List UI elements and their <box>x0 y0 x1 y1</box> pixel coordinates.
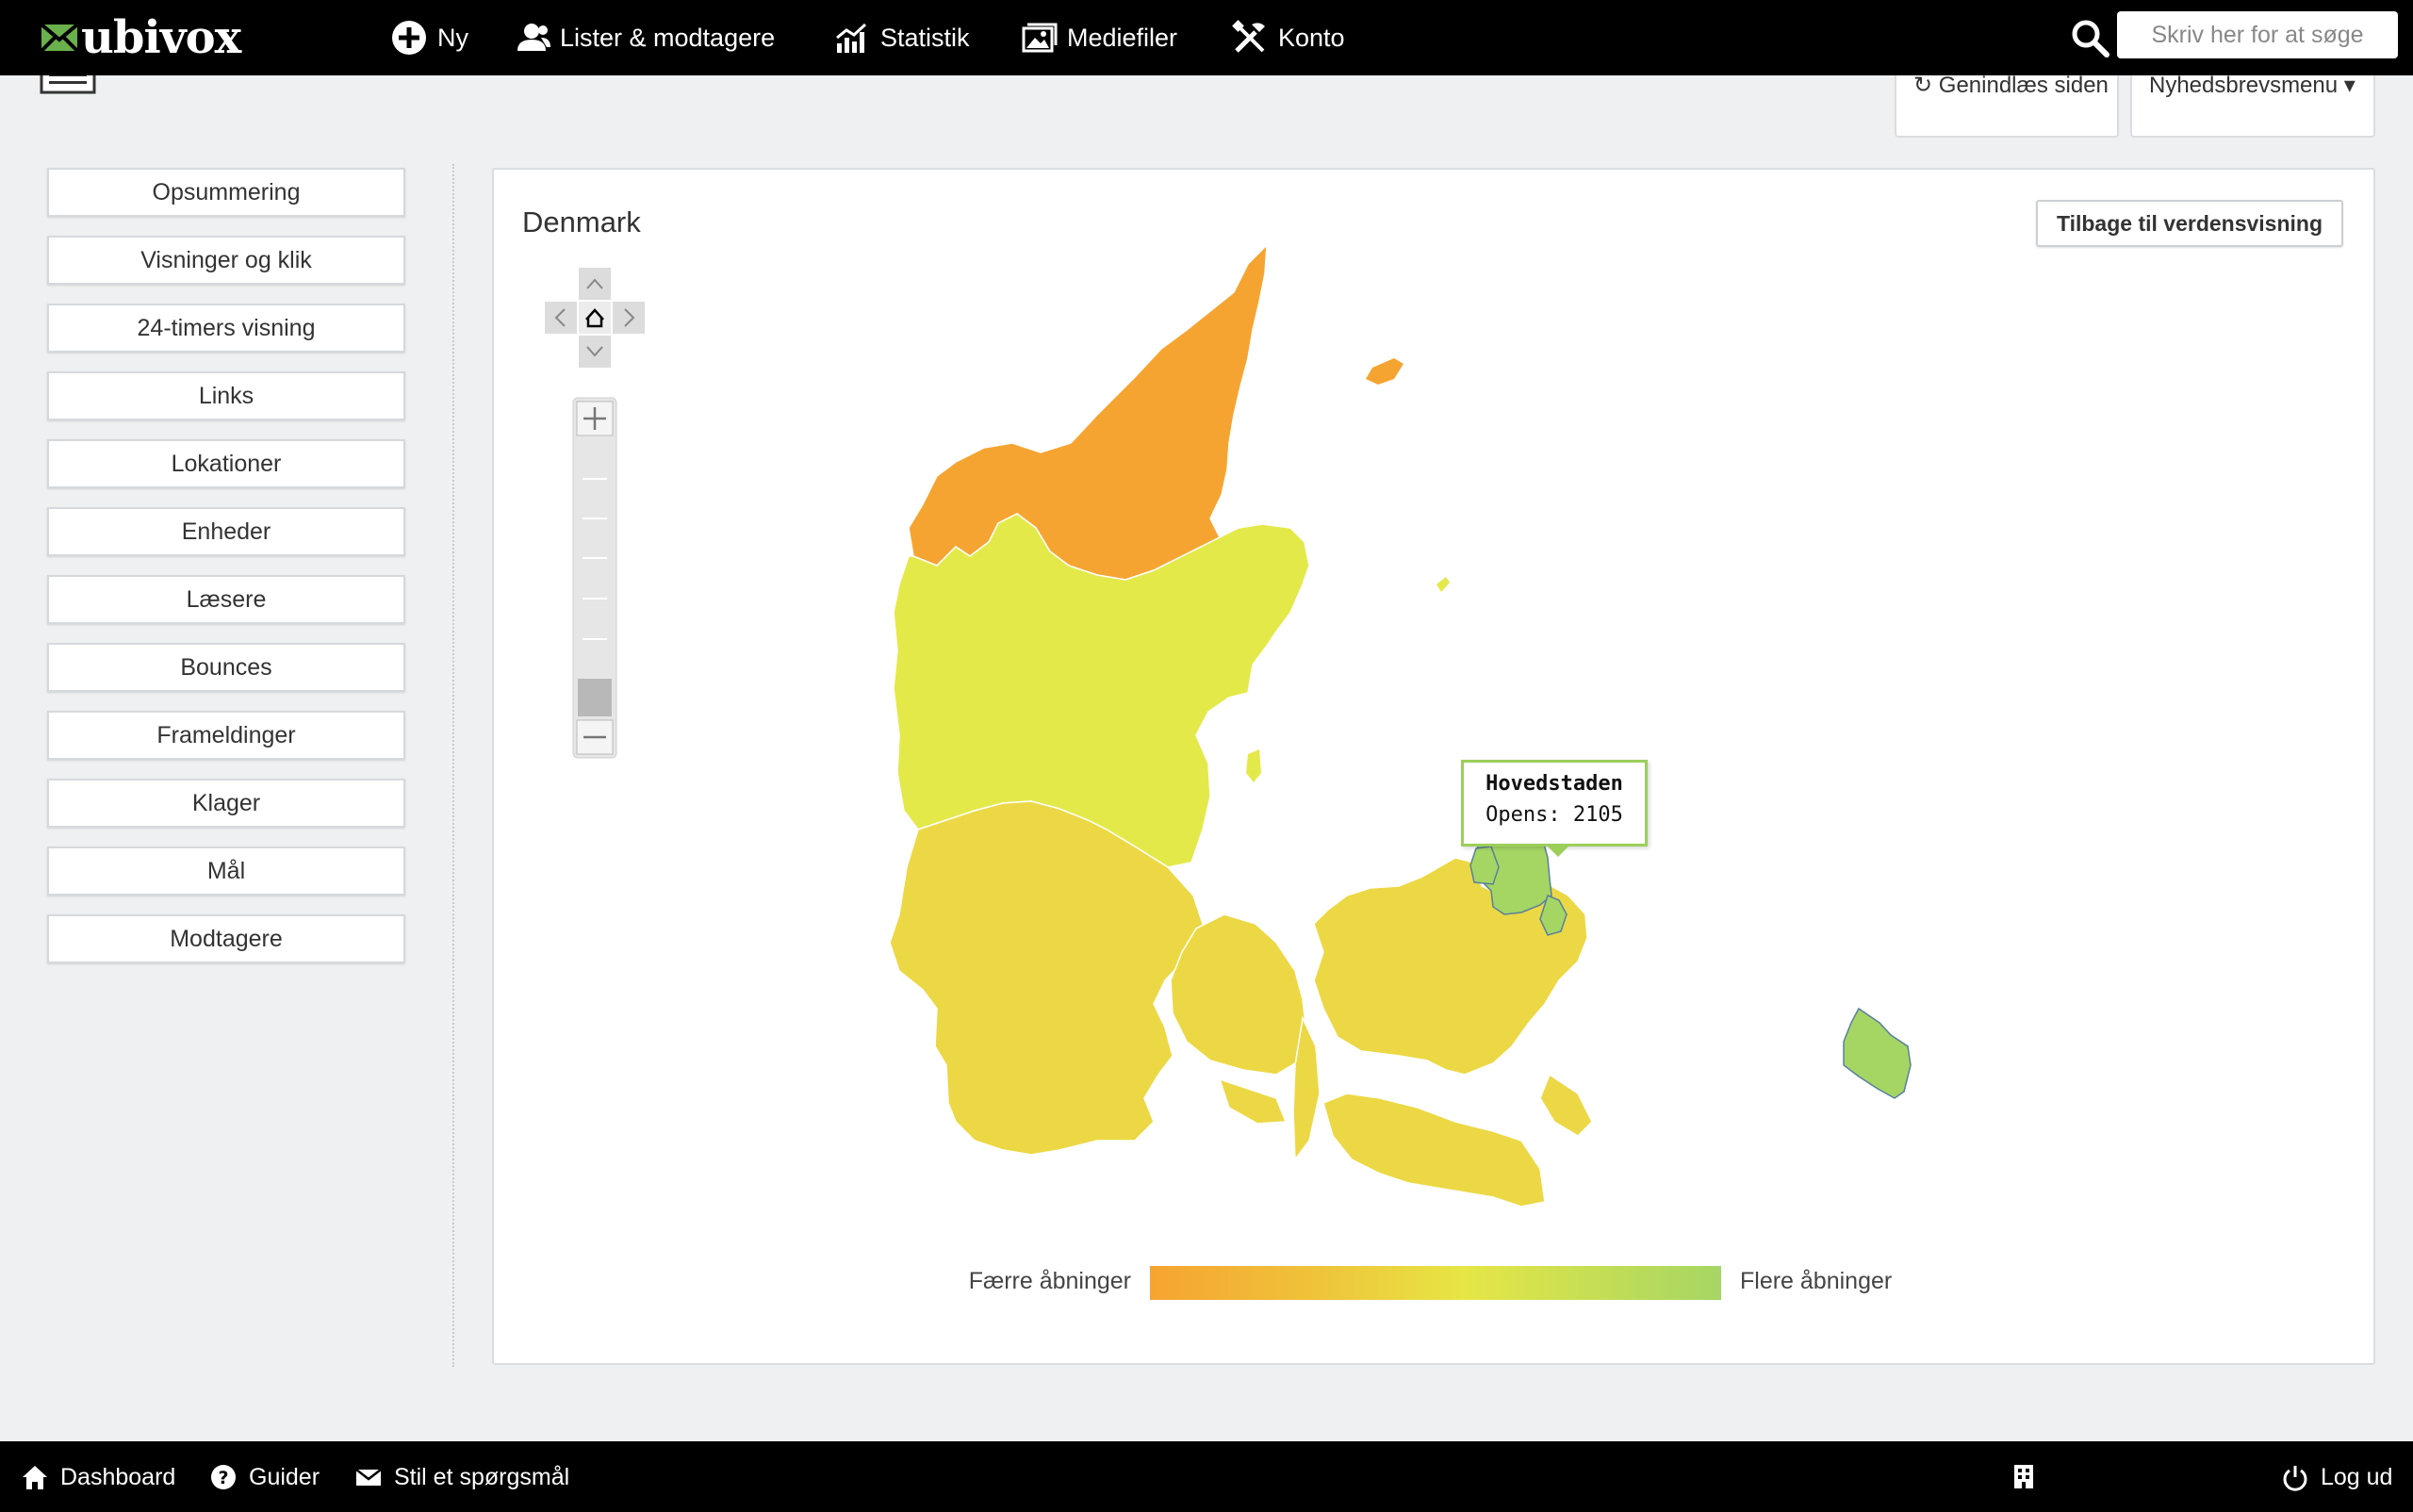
mail-icon <box>355 1469 382 1486</box>
logout-label: Log ud <box>2321 1463 2393 1490</box>
pan-left-button[interactable] <box>545 302 577 334</box>
region-syddanmark-funen[interactable] <box>1170 913 1307 1076</box>
map-pan-controls <box>545 268 645 368</box>
nav-statistics[interactable]: Statistik <box>833 15 970 60</box>
sidebar-item-bounces[interactable]: Bounces <box>47 643 405 692</box>
island-laeso <box>1366 358 1403 385</box>
svg-text:?: ? <box>218 1468 228 1488</box>
sidebar-item-complaints[interactable]: Klager <box>47 779 405 828</box>
nav-account-label: Konto <box>1278 23 1345 52</box>
statistics-sidebar: Opsummering Visninger og klik 24-timers … <box>47 168 405 982</box>
sidebar-item-goals[interactable]: Mål <box>47 846 405 896</box>
sidebar-item-recipients[interactable]: Modtagere <box>47 914 405 963</box>
building-icon[interactable] <box>2011 1462 2036 1490</box>
newsletter-menu-label: Nyhedsbrevsmenu ▾ <box>2149 73 2356 98</box>
plus-circle-icon <box>392 21 426 55</box>
search-icon[interactable] <box>2069 17 2112 60</box>
nav-new-label: Ny <box>437 23 468 52</box>
region-nordjylland[interactable] <box>908 243 1268 581</box>
search-input[interactable] <box>2117 11 2398 58</box>
tools-icon <box>1232 20 1265 53</box>
envelope-logo-icon <box>41 23 77 53</box>
map-zoom-slider[interactable] <box>572 397 617 759</box>
nav-media-label: Mediefiler <box>1067 23 1178 52</box>
map-title: Denmark <box>522 205 641 238</box>
pan-down-button[interactable] <box>579 336 611 368</box>
sidebar-item-readers[interactable]: Læsere <box>47 575 405 624</box>
sidebar-item-locations[interactable]: Lokationer <box>47 439 405 488</box>
chart-icon <box>836 23 867 53</box>
home-icon <box>23 1466 47 1489</box>
back-to-world-view-button[interactable]: Tilbage til verdensvisning <box>2036 200 2343 247</box>
nav-lists-recipients[interactable]: Lister & modtagere <box>513 15 775 60</box>
pan-home-button[interactable] <box>579 302 611 334</box>
tooltip-pointer <box>1547 846 1569 857</box>
sidebar-item-links[interactable]: Links <box>47 371 405 420</box>
zoom-slider-handle[interactable] <box>578 679 612 716</box>
region-hovedstaden-bornholm[interactable] <box>1843 1007 1912 1099</box>
images-icon <box>1022 23 1058 53</box>
question-icon: ? <box>211 1465 236 1489</box>
logout-button[interactable]: Log ud <box>2281 1458 2392 1496</box>
nav-new[interactable]: Ny <box>390 15 468 60</box>
island-anholt <box>1436 577 1450 592</box>
power-icon <box>2283 1466 2307 1491</box>
bottom-nav-ask-label: Stil et spørgsmål <box>394 1463 570 1490</box>
denmark-map[interactable] <box>494 170 2373 1363</box>
pan-right-button[interactable] <box>613 302 645 334</box>
bottom-nav-dashboard[interactable]: Dashboard <box>21 1458 175 1496</box>
top-navigation-bar: ubivox Ny Lister & modtagere Statistik M… <box>0 0 2413 75</box>
ubivox-logo[interactable]: ubivox <box>41 11 241 64</box>
tooltip-opens-value: Opens: 2105 <box>1486 803 1623 827</box>
brand-name: ubivox <box>81 11 241 64</box>
sidebar-item-24h-view[interactable]: 24-timers visning <box>47 304 405 353</box>
legend-color-scale <box>1150 1266 1721 1300</box>
sidebar-item-devices[interactable]: Enheder <box>47 507 405 556</box>
pan-up-button[interactable] <box>579 268 611 300</box>
legend-low-label: Færre åbninger <box>968 1268 1131 1294</box>
bottom-nav-guides[interactable]: ? Guider <box>209 1458 320 1496</box>
sidebar-divider <box>452 164 454 1367</box>
bottom-nav-guides-label: Guider <box>249 1463 320 1490</box>
region-sjaelland-south <box>1322 1073 1593 1208</box>
map-tooltip: Hovedstaden Opens: 2105 <box>1461 760 1648 857</box>
sidebar-item-summary[interactable]: Opsummering <box>47 168 405 217</box>
nav-account[interactable]: Konto <box>1231 15 1345 60</box>
nav-lists-label: Lister & modtagere <box>560 23 776 52</box>
bottom-navigation-bar: Dashboard ? Guider Stil et spørgsmål Log… <box>0 1441 2413 1512</box>
map-panel: Denmark Tilbage til verdensvisning Hoved… <box>492 168 2375 1365</box>
bottom-nav-ask-question[interactable]: Stil et spørgsmål <box>354 1458 569 1496</box>
sidebar-item-views-clicks[interactable]: Visninger og klik <box>47 236 405 285</box>
reload-page-label: ↻ Genindlæs siden <box>1913 73 2109 98</box>
nav-statistics-label: Statistik <box>880 23 970 52</box>
users-icon <box>517 24 550 51</box>
legend-high-label: Flere åbninger <box>1740 1268 1893 1294</box>
bottom-nav-dashboard-label: Dashboard <box>60 1463 176 1490</box>
island-samso <box>1246 749 1261 782</box>
sidebar-item-unsubscribes[interactable]: Frameldinger <box>47 711 405 760</box>
tooltip-region-name: Hovedstaden <box>1486 772 1623 796</box>
nav-media-files[interactable]: Mediefiler <box>1020 15 1177 60</box>
